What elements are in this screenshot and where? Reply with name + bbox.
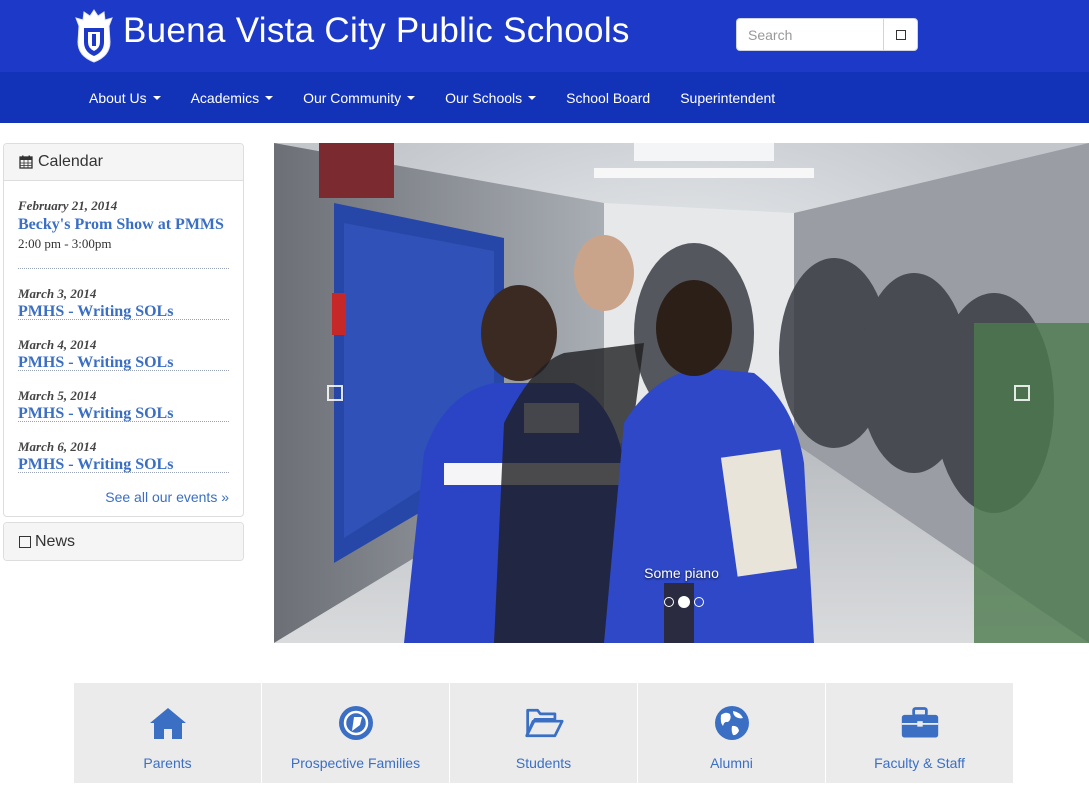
news-panel-heading[interactable]: News <box>4 523 243 560</box>
carousel-prev-button[interactable] <box>327 385 343 401</box>
event-title-link[interactable]: PMHS - Writing SOLs <box>18 355 229 371</box>
carousel-indicator[interactable] <box>694 597 704 607</box>
nav-item-label: Our Schools <box>445 89 523 106</box>
carousel-indicator-active[interactable] <box>678 596 690 608</box>
caret-down-icon <box>152 95 161 100</box>
nav-item-label: About Us <box>89 89 147 106</box>
caret-down-icon <box>407 95 416 100</box>
site-title[interactable]: Buena Vista City Public Schools <box>123 11 630 51</box>
event-title-link[interactable]: PMHS - Writing SOLs <box>18 457 229 473</box>
event-item: March 4, 2014 PMHS - Writing SOLs <box>18 320 229 371</box>
caret-down-icon <box>528 95 537 100</box>
event-date: March 3, 2014 <box>18 286 97 301</box>
event-date: February 21, 2014 <box>18 198 118 213</box>
tile-label: Prospective Families <box>290 755 421 771</box>
event-date: March 6, 2014 <box>18 439 97 454</box>
search-form <box>736 18 918 51</box>
event-title-link[interactable]: PMHS - Writing SOLs <box>18 304 229 320</box>
tile-prospective-families[interactable]: Prospective Families <box>262 683 449 783</box>
event-time: 2:00 pm - 3:00pm <box>18 236 112 251</box>
square-icon <box>19 535 31 548</box>
nav-item-our-community[interactable]: Our Community <box>288 72 430 123</box>
tile-label: Parents <box>143 755 192 771</box>
event-list: February 21, 2014 Becky's Prom Show at P… <box>4 181 243 473</box>
site-header: Buena Vista City Public Schools <box>0 0 1089 72</box>
main-navbar: About Us Academics Our Community Our Sch… <box>0 72 1089 123</box>
news-heading: News <box>35 532 76 550</box>
briefcase-icon <box>901 707 938 738</box>
tile-label: Alumni <box>710 755 753 771</box>
tile-faculty-staff[interactable]: Faculty & Staff <box>826 683 1013 783</box>
tile-alumni[interactable]: Alumni <box>638 683 825 783</box>
carousel-indicators <box>664 596 704 608</box>
event-item: February 21, 2014 Becky's Prom Show at P… <box>18 181 229 269</box>
nav-item-our-schools[interactable]: Our Schools <box>430 72 551 123</box>
nav-item-academics[interactable]: Academics <box>176 72 288 123</box>
calendar-heading: Calendar <box>38 153 103 170</box>
tile-label: Students <box>515 755 572 771</box>
nav-item-superintendent[interactable]: Superintendent <box>665 72 790 123</box>
nav-item-label: Our Community <box>303 89 402 106</box>
carousel-indicator[interactable] <box>664 597 674 607</box>
search-button[interactable] <box>883 18 918 51</box>
search-input[interactable] <box>736 18 883 51</box>
home-icon <box>149 708 186 739</box>
news-panel[interactable]: News <box>3 522 244 561</box>
event-title-link[interactable]: PMHS - Writing SOLs <box>18 406 229 422</box>
calendar-panel: Calendar February 21, 2014 Becky's Prom … <box>3 143 244 517</box>
carousel-caption: Some piano <box>644 565 719 581</box>
hero-carousel: Some piano <box>274 143 1089 643</box>
nav-item-label: Superintendent <box>680 89 776 106</box>
nav-item-about-us[interactable]: About Us <box>74 72 176 123</box>
nav-list: About Us Academics Our Community Our Sch… <box>74 72 790 123</box>
event-date: March 5, 2014 <box>18 388 97 403</box>
nav-item-school-board[interactable]: School Board <box>551 72 665 123</box>
quick-links: Parents Prospective Families Students Al… <box>74 683 1013 783</box>
caret-down-icon <box>265 95 274 100</box>
calendar-icon <box>19 155 33 169</box>
event-date: March 4, 2014 <box>18 337 97 352</box>
school-crest-logo[interactable] <box>74 8 114 64</box>
folder-open-icon <box>524 708 564 738</box>
carousel-next-button[interactable] <box>1014 385 1030 401</box>
square-icon <box>895 29 906 40</box>
event-item: March 3, 2014 PMHS - Writing SOLs <box>18 269 229 320</box>
globe-icon <box>714 706 749 740</box>
nav-item-label: Academics <box>190 89 260 106</box>
event-item: March 6, 2014 PMHS - Writing SOLs <box>18 422 229 473</box>
tile-label: Faculty & Staff <box>874 755 965 771</box>
calendar-panel-heading: Calendar <box>4 144 243 181</box>
see-all-events-link[interactable]: See all our events » <box>105 489 229 505</box>
nav-item-label: School Board <box>566 89 651 106</box>
compass-icon <box>338 706 373 740</box>
tile-students[interactable]: Students <box>450 683 637 783</box>
event-title-link[interactable]: Becky's Prom Show at PMMS <box>18 217 229 233</box>
event-item: March 5, 2014 PMHS - Writing SOLs <box>18 371 229 422</box>
tile-parents[interactable]: Parents <box>74 683 261 783</box>
